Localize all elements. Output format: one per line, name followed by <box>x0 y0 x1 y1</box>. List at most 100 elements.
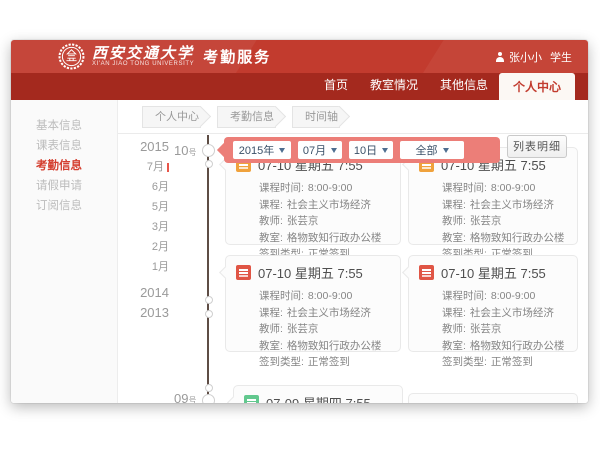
signin-stamp-icon <box>236 265 251 280</box>
sidebar-item-basic-info[interactable]: 基本信息 <box>11 116 117 136</box>
month-select[interactable]: 07月 <box>298 141 342 159</box>
field-label: 课程: <box>259 197 283 214</box>
main-nav: 首页 教室情况 其他信息 个人中心 <box>11 73 588 100</box>
timeline-node <box>202 144 215 157</box>
user-name: 张小小 <box>509 49 542 65</box>
card-date: 07-10 星期五 7:55 <box>441 263 546 282</box>
timeline-month-may[interactable]: 5月 <box>123 197 169 217</box>
sidebar-item-leave-request[interactable]: 请假申请 <box>11 176 117 196</box>
field-label: 课程: <box>442 305 466 322</box>
timeline-month-feb[interactable]: 2月 <box>123 237 169 257</box>
field-label: 教师: <box>259 321 283 338</box>
university-name-en: XI'AN JIAO TONG UNIVERSITY <box>92 61 194 68</box>
caret-down-icon <box>443 148 449 153</box>
caret-down-icon <box>331 148 337 153</box>
field-value: 正常签到 <box>491 354 533 371</box>
signin-stamp-icon <box>419 265 434 280</box>
nav-tab-personal-center[interactable]: 个人中心 <box>499 73 575 100</box>
nav-item-home[interactable]: 首页 <box>313 76 359 100</box>
field-value: 格物致知行政办公楼 <box>287 338 382 355</box>
field-value: 格物致知行政办公楼 <box>470 230 565 247</box>
field-label: 课程时间: <box>259 288 304 305</box>
card-date: 07-09 星期四 7:55 <box>266 393 371 403</box>
timeline-year-2014[interactable]: 2014 <box>123 283 169 303</box>
breadcrumb-attendance[interactable]: 考勤信息 <box>217 106 276 128</box>
year-select[interactable]: 2015年 <box>233 141 291 159</box>
sidebar-item-attendance[interactable]: 考勤信息 <box>11 156 117 176</box>
field-value: 正常签到 <box>308 354 350 371</box>
timeline-month-jun[interactable]: 6月 <box>123 177 169 197</box>
screenshot-canvas: 西安交通大学 XI'AN JIAO TONG UNIVERSITY 考勤服务 张… <box>0 0 600 450</box>
field-label: 课程: <box>442 197 466 214</box>
university-name: 西安交通大学 XI'AN JIAO TONG UNIVERSITY <box>92 46 194 68</box>
field-value: 社会主义市场经济 <box>470 305 554 322</box>
field-label: 教室: <box>259 338 283 355</box>
user-info[interactable]: 张小小 学生 <box>495 49 572 65</box>
attendance-card-partial <box>408 393 578 403</box>
current-month-marker <box>167 163 169 172</box>
timeline-year-2015[interactable]: 2015 <box>123 137 169 157</box>
field-value: 张芸京 <box>470 321 502 338</box>
sidebar-item-schedule[interactable]: 课表信息 <box>11 136 117 156</box>
day-marker-10: 10号 <box>174 142 196 160</box>
timeline-year-month-list: 2015 7月 6月 5月 3月 2月 1月 2014 2013 <box>123 137 169 323</box>
content-area: 基本信息 课表信息 考勤信息 请假申请 订阅信息 个人中心 考勤信息 时间轴 2… <box>11 100 588 403</box>
timeline-node <box>205 296 213 304</box>
brand: 西安交通大学 XI'AN JIAO TONG UNIVERSITY 考勤服务 <box>58 43 271 70</box>
sidebar-item-subscription[interactable]: 订阅信息 <box>11 196 117 216</box>
field-label: 教室: <box>259 230 283 247</box>
field-label: 教师: <box>259 213 283 230</box>
timeline-month-mar[interactable]: 3月 <box>123 217 169 237</box>
field-label: 教师: <box>442 213 466 230</box>
field-value: 张芸京 <box>287 321 319 338</box>
nav-item-other[interactable]: 其他信息 <box>429 76 499 100</box>
list-detail-button[interactable]: 列表明细 <box>507 135 567 158</box>
caret-down-icon <box>279 148 285 153</box>
field-value: 社会主义市场经济 <box>287 197 371 214</box>
field-label: 课程时间: <box>259 180 304 197</box>
app-window: 西安交通大学 XI'AN JIAO TONG UNIVERSITY 考勤服务 张… <box>11 40 588 403</box>
nav-item-classrooms[interactable]: 教室情况 <box>359 76 429 100</box>
filter-bar: 2015年 07月 10日 全部 <box>224 137 500 163</box>
field-value: 8:00-9:00 <box>308 180 352 197</box>
field-label: 课程时间: <box>442 180 487 197</box>
attendance-card: 07-10 星期五 7:55 课程时间:8:00-9:00 课程:社会主义市场经… <box>225 255 401 352</box>
signin-stamp-icon <box>244 395 259 403</box>
field-label: 教室: <box>442 230 466 247</box>
university-name-cn: 西安交通大学 <box>92 46 194 61</box>
field-value: 张芸京 <box>470 213 502 230</box>
app-header: 西安交通大学 XI'AN JIAO TONG UNIVERSITY 考勤服务 张… <box>11 40 588 73</box>
timeline-year-2013[interactable]: 2013 <box>123 303 169 323</box>
field-value: 社会主义市场经济 <box>470 197 554 214</box>
field-value: 张芸京 <box>287 213 319 230</box>
service-title: 考勤服务 <box>203 46 271 67</box>
day-marker-09: 09号 <box>174 390 196 403</box>
field-label: 签到类型: <box>442 354 487 371</box>
field-value: 格物致知行政办公楼 <box>470 338 565 355</box>
attendance-card: 07-09 星期四 7:55 <box>233 385 403 403</box>
timeline-node <box>202 394 215 403</box>
attendance-card: 07-10 星期五 7:55 课程时间:8:00-9:00 课程:社会主义市场经… <box>408 255 578 352</box>
breadcrumb-personal-center[interactable]: 个人中心 <box>142 106 201 128</box>
timeline-node <box>205 160 213 168</box>
type-select[interactable]: 全部 <box>400 141 464 159</box>
field-label: 签到类型: <box>259 354 304 371</box>
timeline-axis <box>207 135 209 403</box>
breadcrumb: 个人中心 考勤信息 时间轴 <box>118 100 588 134</box>
timeline-node <box>205 310 213 318</box>
caret-down-icon <box>382 148 388 153</box>
card-date: 07-10 星期五 7:55 <box>258 263 363 282</box>
day-select[interactable]: 10日 <box>349 141 393 159</box>
breadcrumb-timeline[interactable]: 时间轴 <box>292 106 340 128</box>
user-role: 学生 <box>550 49 572 65</box>
field-value: 格物致知行政办公楼 <box>287 230 382 247</box>
sidebar: 基本信息 课表信息 考勤信息 请假申请 订阅信息 <box>11 100 118 403</box>
field-label: 教室: <box>442 338 466 355</box>
field-value: 8:00-9:00 <box>491 288 535 305</box>
field-label: 教师: <box>442 321 466 338</box>
field-value: 社会主义市场经济 <box>287 305 371 322</box>
university-logo <box>58 43 85 70</box>
field-value: 8:00-9:00 <box>491 180 535 197</box>
timeline-month-jul[interactable]: 7月 <box>123 157 169 177</box>
timeline-month-jan[interactable]: 1月 <box>123 257 169 277</box>
